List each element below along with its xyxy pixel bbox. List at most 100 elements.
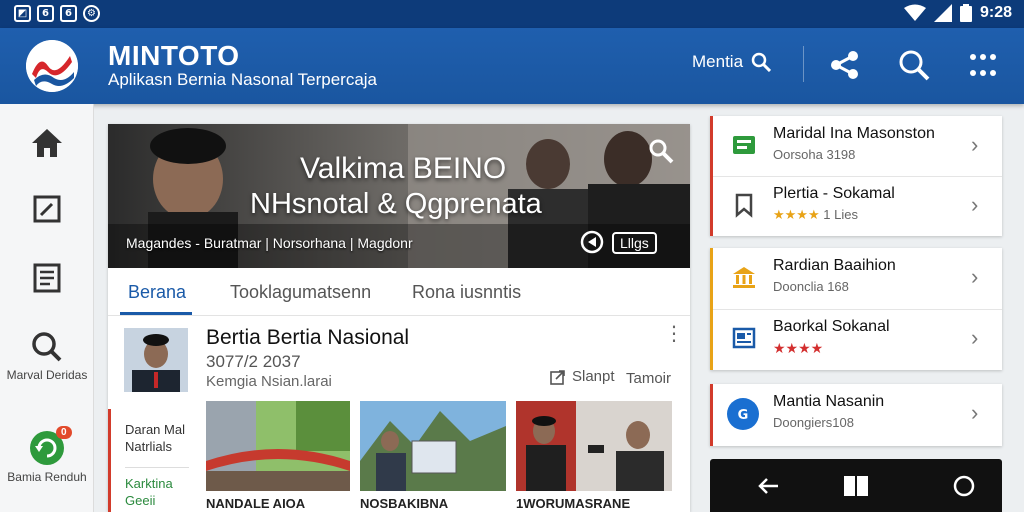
status-bar: ◩ 6 6 ⚙ 9:28 bbox=[0, 0, 1024, 28]
card-row[interactable]: Rardian Baaihion Doonclia 168 › bbox=[713, 248, 1002, 308]
globe-icon: G bbox=[727, 398, 759, 430]
rail-item-home[interactable] bbox=[0, 126, 94, 160]
settings-notification-icon: ⚙ bbox=[83, 5, 100, 22]
main-feed-card: Valkima BEINO NHsnotal & Qgprenata Magan… bbox=[108, 124, 690, 512]
article-time-label: Tamoir bbox=[626, 370, 672, 387]
card-row-subtitle: Doonclia 168 bbox=[773, 279, 849, 294]
gallery-notification-icon: ◩ bbox=[14, 5, 31, 22]
rail-item-label: Bamia Renduh bbox=[7, 470, 87, 484]
photo-mountains[interactable] bbox=[360, 401, 506, 491]
chevron-right-icon: › bbox=[971, 192, 979, 217]
appbar-divider bbox=[803, 46, 804, 82]
hero-search-icon[interactable] bbox=[648, 138, 674, 164]
search-icon bbox=[751, 52, 772, 72]
photo-bridge[interactable] bbox=[206, 401, 350, 491]
card-row[interactable]: Maridal Ina Masonston Oorsoha 3198 › bbox=[713, 116, 1002, 176]
card-row-subtitle: Doongiers108 bbox=[773, 415, 854, 430]
hero-tag[interactable]: Lllgs bbox=[612, 232, 657, 254]
search-button-icon[interactable] bbox=[897, 48, 931, 82]
side-link-2[interactable]: Karktina Geeii bbox=[125, 475, 196, 509]
home-icon bbox=[32, 129, 62, 157]
article-title[interactable]: Bertia Bertia Nasional bbox=[206, 326, 409, 350]
tab-berana[interactable]: Berana bbox=[128, 282, 186, 303]
back-icon[interactable] bbox=[754, 471, 784, 501]
more-options-icon[interactable]: ⋮ bbox=[664, 324, 684, 344]
rail-item-label: Marval Deridas bbox=[6, 368, 88, 382]
signal-icon bbox=[933, 4, 952, 22]
article-date: 3077/2 2037 bbox=[206, 352, 301, 371]
card-row[interactable]: G Mantia Nasanin Doongiers108 › bbox=[713, 384, 1002, 444]
card-row-title: Baorkal Sokanal bbox=[773, 318, 890, 335]
side-link-list: Daran Mal Natrlials Karktina Geeii bbox=[108, 409, 196, 512]
photo-caption: 1WORUMASRANE bbox=[516, 496, 631, 511]
side-link-1[interactable]: Daran Mal Natrlials bbox=[125, 421, 196, 455]
hero-banner[interactable]: Valkima BEINO NHsnotal & Qgprenata Magan… bbox=[108, 124, 690, 268]
wifi-icon bbox=[903, 4, 926, 21]
share-icon[interactable] bbox=[828, 48, 862, 82]
tab-tooklagumatsenn[interactable]: Tooklagumatsenn bbox=[230, 282, 371, 303]
app-logo bbox=[26, 40, 78, 92]
search-icon bbox=[32, 332, 62, 362]
battery-icon bbox=[959, 4, 972, 22]
chevron-right-icon: › bbox=[971, 132, 979, 157]
photo-interview[interactable] bbox=[516, 401, 672, 491]
tab-bar: Berana Tooklagumatsenn Rona iusnntis bbox=[108, 268, 690, 316]
app-subtitle: Aplikasn Bernia Nasonal Terpercaja bbox=[108, 70, 378, 89]
info-card-2: Rardian Baaihion Doonclia 168 › Baorkal … bbox=[710, 248, 1002, 370]
rating-stars: ★★★★ bbox=[773, 340, 824, 356]
menu-grid-icon[interactable] bbox=[966, 48, 1000, 82]
sync-notification-icon: 6 bbox=[60, 5, 77, 22]
article-thumbnail[interactable] bbox=[124, 328, 188, 392]
appbar-search-button[interactable]: Mentia bbox=[692, 52, 772, 72]
svg-text:G: G bbox=[738, 408, 749, 423]
rail-item-search[interactable]: Marval Deridas bbox=[0, 330, 94, 382]
app-bar: MINTOTO Aplikasn Bernia Nasonal Terperca… bbox=[0, 28, 1024, 104]
home-circle-icon[interactable] bbox=[949, 471, 979, 501]
bookmark-icon bbox=[735, 193, 753, 218]
hero-meta: Magandes - Buratmar | Norsorhana | Magdo… bbox=[126, 235, 413, 251]
news-icon bbox=[733, 136, 755, 154]
rating-text: 1 Lies bbox=[823, 207, 858, 222]
rail-item-edit[interactable] bbox=[0, 192, 94, 226]
notification-badge: 0 bbox=[56, 426, 72, 439]
status-time: 9:28 bbox=[979, 4, 1012, 21]
article-source: Kemgia Nsian.larai bbox=[206, 373, 332, 390]
card-row-rating: ★★★★ bbox=[773, 340, 823, 357]
card-row-title: Maridal Ina Masonston bbox=[773, 125, 935, 142]
chevron-right-icon: › bbox=[971, 400, 979, 425]
info-card-1: Maridal Ina Masonston Oorsoha 3198 › Ple… bbox=[710, 116, 1002, 236]
edit-icon bbox=[33, 195, 61, 223]
rail-item-refresh[interactable]: 0 Bamia Renduh bbox=[0, 426, 94, 484]
rating-stars: ★★★★ bbox=[773, 207, 820, 222]
hero-share-icon[interactable] bbox=[580, 230, 604, 254]
system-nav-bar bbox=[710, 459, 1002, 512]
tab-rona-iusnntis[interactable]: Rona iusnntis bbox=[412, 282, 521, 303]
document-icon bbox=[33, 263, 61, 293]
photo-caption: NOSBAKIBNA bbox=[360, 496, 449, 511]
side-list-divider bbox=[125, 467, 189, 468]
app-title: MINTOTO bbox=[108, 40, 240, 71]
card-row-rating: ★★★★ 1 Lies bbox=[773, 207, 858, 223]
left-nav-rail: Marval Deridas 0 Bamia Renduh bbox=[0, 104, 94, 512]
article-share-label: Slanpt bbox=[572, 368, 615, 385]
share-box-icon bbox=[550, 369, 565, 385]
hero-title-line2: NHsnotal & Qgprenata bbox=[250, 188, 542, 220]
card-row[interactable]: Baorkal Sokanal ★★★★ › bbox=[713, 309, 1002, 369]
card-row-title: Mantia Nasanin bbox=[773, 393, 885, 410]
tab-active-indicator bbox=[120, 312, 192, 315]
notification-icon: 6 bbox=[37, 5, 54, 22]
appbar-search-label: Mentia bbox=[692, 52, 744, 71]
rail-item-document[interactable] bbox=[0, 260, 94, 294]
article-icon bbox=[732, 327, 756, 349]
info-card-3: G Mantia Nasanin Doongiers108 › bbox=[710, 384, 1002, 446]
card-row-title: Rardian Baaihion bbox=[773, 257, 896, 274]
card-row-title: Plertia - Sokamal bbox=[773, 185, 895, 202]
card-row-subtitle: Oorsoha 3198 bbox=[773, 147, 856, 162]
recents-icon[interactable] bbox=[841, 471, 871, 501]
chevron-right-icon: › bbox=[971, 325, 979, 350]
article-share-button[interactable]: Slanpt bbox=[550, 368, 615, 385]
chevron-right-icon: › bbox=[971, 264, 979, 289]
card-row[interactable]: Plertia - Sokamal ★★★★ 1 Lies › bbox=[713, 176, 1002, 236]
hero-title-line1: Valkima BEINO bbox=[300, 152, 507, 185]
bank-icon bbox=[733, 267, 755, 288]
